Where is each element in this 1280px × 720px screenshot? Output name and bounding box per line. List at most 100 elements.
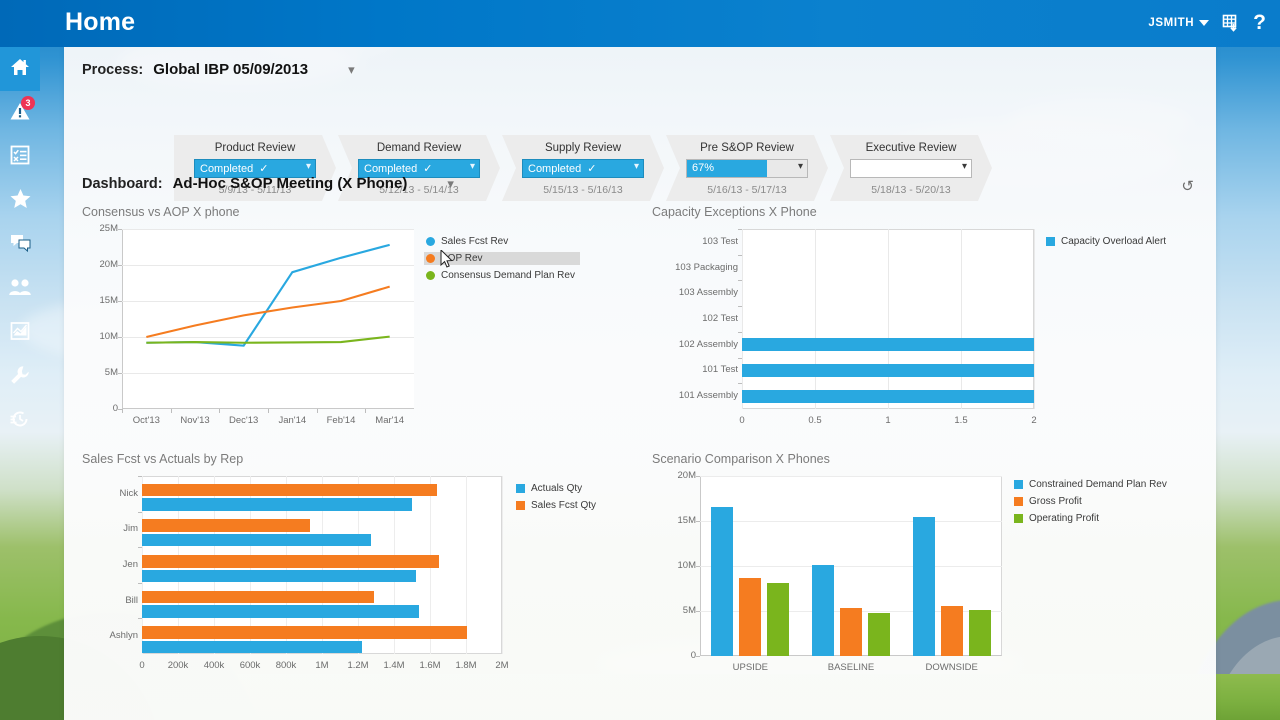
bar-segment	[142, 498, 412, 511]
chevron-down-icon	[1199, 19, 1210, 26]
sidebar-item-tasks[interactable]	[0, 135, 40, 179]
gridline	[742, 229, 743, 409]
x-tick-label: 2	[1031, 415, 1037, 426]
y-tick-label: 20M	[677, 470, 696, 481]
stage-status-label: Completed	[364, 162, 418, 175]
x-tick	[219, 409, 221, 413]
legend-item[interactable]: Constrained Demand Plan Rev	[1012, 478, 1171, 491]
chat-icon	[9, 232, 32, 258]
gridline	[502, 476, 503, 654]
sidebar-item-alerts[interactable]: 3	[0, 91, 40, 135]
y-tick	[138, 511, 142, 513]
header-actions: JSMITH ?	[1148, 12, 1266, 33]
stage-progress-select[interactable]: 67% ▾	[686, 159, 808, 178]
bar-segment	[142, 483, 438, 497]
gridline	[700, 521, 1002, 522]
y-tick-label: 15M	[99, 295, 118, 306]
y-tick-label: 5M	[104, 367, 118, 378]
y-category-label: 103 Assembly	[678, 287, 738, 299]
chart-legend: Actuals Qty Sales Fcst Qty	[514, 482, 600, 516]
y-tick-label: 10M	[677, 560, 696, 571]
y-tick-label: 0	[690, 650, 696, 661]
legend-color-dot	[426, 254, 435, 263]
x-tick-label: Feb'14	[326, 415, 356, 426]
stage-pre-sop-review[interactable]: Pre S&OP Review 67% ▾ 5/16/13 - 5/17/13	[666, 135, 828, 201]
stage-progress-label: 67%	[692, 162, 715, 174]
sidebar-item-messages[interactable]	[0, 223, 40, 267]
x-tick-label: 1.6M	[419, 660, 441, 671]
chart-title: Capacity Exceptions X Phone	[652, 205, 817, 219]
x-tick-label: 1	[885, 415, 891, 426]
chart-consensus-vs-aop: Consensus vs AOP X phone 0 5M 10M 15M 20M 25M…	[82, 205, 642, 445]
sidebar-item-analytics[interactable]	[0, 311, 40, 355]
sidebar-item-home[interactable]	[0, 47, 40, 91]
legend-item[interactable]: Consensus Demand Plan Rev	[424, 269, 580, 282]
stage-status-select[interactable]: Completed ✓ ▾	[522, 159, 644, 178]
bar-segment	[142, 590, 375, 604]
refresh-icon[interactable]: ↺	[1181, 177, 1194, 195]
y-tick	[738, 229, 742, 230]
y-category-label: Nick	[119, 487, 138, 499]
legend-color-swatch	[516, 484, 525, 493]
y-tick	[138, 476, 142, 477]
stage-executive-review[interactable]: Executive Review ▾ 5/18/13 - 5/20/13	[830, 135, 992, 201]
stage-title: Product Review	[214, 142, 296, 154]
chart-plot-area: 0 5M 10M 15M 20M UPSIDE BASELINE DOWNSIDE Constr…	[652, 470, 1212, 692]
wrench-icon	[9, 364, 31, 391]
sidebar-item-settings[interactable]	[0, 355, 40, 399]
user-menu[interactable]: JSMITH	[1148, 17, 1210, 29]
chevron-down-icon: ▾	[305, 161, 311, 172]
checklist-icon	[9, 144, 31, 171]
legend-item[interactable]: Sales Fcst Qty	[514, 499, 600, 512]
chart-plot-area: 0 5M 10M 15M 20M 25M Oct'13 Nov'13 Dec'13 Jan'14 F…	[82, 223, 642, 445]
dashboard-value: Ad-Hoc S&OP Meeting (X Phone)	[172, 175, 408, 192]
stage-status-label: Completed	[200, 162, 254, 175]
x-tick	[122, 409, 123, 413]
stage-status-select[interactable]: ▾	[850, 159, 972, 178]
stage-title: Supply Review	[544, 142, 622, 154]
chart-scenario-comparison: Scenario Comparison X Phones 0 5M 10M 15M 20…	[652, 452, 1212, 692]
y-tick	[696, 611, 700, 612]
process-label: Process:	[82, 61, 144, 78]
legend-item[interactable]: Capacity Overload Alert	[1044, 235, 1170, 248]
y-category-label: 103 Test	[702, 235, 738, 247]
x-category-label: BASELINE	[827, 662, 875, 673]
dashboard-dropdown-chevron-down-icon[interactable]: ▾	[447, 177, 454, 190]
legend-label: Capacity Overload Alert	[1061, 236, 1167, 247]
y-tick-label: 15M	[677, 515, 696, 526]
help-icon[interactable]: ?	[1253, 12, 1266, 33]
line-series-group	[146, 243, 390, 347]
legend-item[interactable]: Gross Profit	[1012, 495, 1171, 508]
bar-segment	[142, 626, 467, 639]
x-category-label: DOWNSIDE	[925, 662, 978, 673]
sidebar-item-favorites[interactable]	[0, 179, 40, 223]
legend-item[interactable]: Actuals Qty	[514, 482, 600, 495]
process-dropdown-chevron-down-icon[interactable]: ▾	[348, 63, 355, 76]
stage-title: Demand Review	[376, 142, 462, 154]
dashboard-selector-row: Dashboard: Ad-Hoc S&OP Meeting (X Phone)…	[82, 175, 454, 192]
check-icon: ✓	[587, 163, 597, 175]
y-tick-label: 10M	[99, 331, 118, 342]
bar-segment	[142, 569, 416, 583]
legend-label: Gross Profit	[1029, 496, 1082, 507]
stage-supply-review[interactable]: Supply Review Completed ✓ ▾ 5/15/13 - 5/…	[502, 135, 664, 201]
chart-title: Consensus vs AOP X phone	[82, 205, 240, 219]
bar-segment	[711, 506, 734, 656]
chart-plot-area: 0 200k 400k 600k 800k 1M 1.2M 1.4M 1.6M 1.8M 2M Nic…	[82, 470, 642, 692]
legend-item[interactable]: Sales Fcst Rev	[424, 235, 580, 248]
y-tick	[738, 331, 742, 333]
y-tick	[138, 582, 142, 584]
grid-download-icon[interactable]	[1221, 13, 1241, 33]
mouse-cursor-icon	[440, 250, 453, 268]
chart-legend: Constrained Demand Plan Rev Gross Profit O…	[1012, 478, 1171, 529]
sidebar-item-history[interactable]	[0, 399, 40, 443]
legend-item[interactable]: Operating Profit	[1012, 512, 1171, 525]
x-tick-label: 2M	[495, 660, 509, 671]
stage-dates: 5/15/13 - 5/16/13	[543, 184, 623, 196]
x-tick-label: Jan'14	[278, 415, 307, 426]
chart-capacity-exceptions: Capacity Exceptions X Phone 0 0.5 1 1.5 2 103…	[652, 205, 1212, 445]
y-category-label: Ashlyn	[109, 630, 138, 642]
x-tick-label: 1.5	[954, 415, 968, 426]
x-tick-label: 1.2M	[347, 660, 369, 671]
sidebar-item-people[interactable]	[0, 267, 40, 311]
